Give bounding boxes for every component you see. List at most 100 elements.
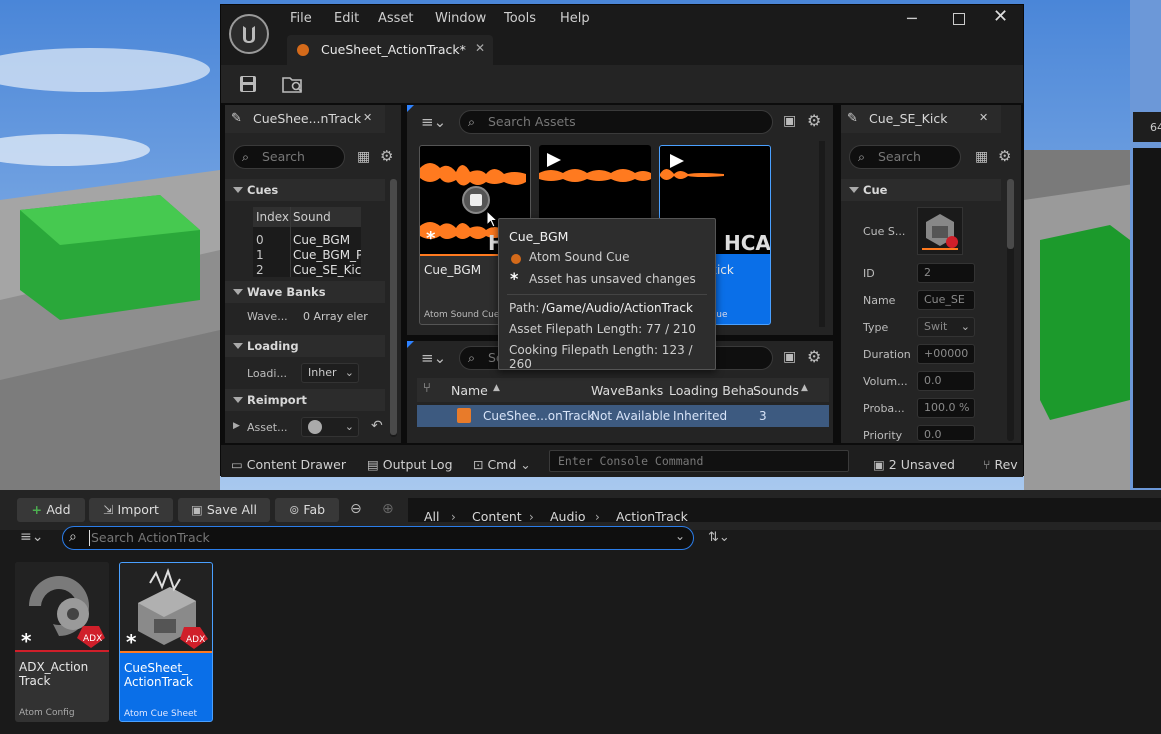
settings-gear-icon[interactable]: ⚙	[380, 147, 393, 165]
sort-options-icon[interactable]: ⇅⌄	[708, 530, 730, 545]
reimport-section-header[interactable]: Reimport	[225, 389, 385, 411]
prop-type-dropdown[interactable]: Swit ⌄	[917, 317, 975, 337]
svg-text:*: *	[126, 630, 137, 651]
search-assets-placeholder: Search Assets	[488, 114, 576, 129]
save-asset-icon[interactable]	[239, 75, 257, 93]
close-window-button[interactable]: ✕	[993, 6, 1008, 27]
svg-text:*: *	[21, 629, 32, 650]
search-assets-input[interactable]: ⌕ Search Assets	[459, 110, 773, 134]
wave-banks-section-header[interactable]: Wave Banks	[225, 281, 385, 303]
breadcrumb-chevron-icon[interactable]: ›	[451, 510, 456, 524]
filter-icon[interactable]: ≡⌄	[421, 349, 446, 367]
expand-arrow-icon[interactable]: ▶	[233, 421, 240, 431]
prop-volume-field[interactable]: 0.0	[917, 371, 975, 391]
wave-banks-value[interactable]: 0 Array eler	[303, 310, 383, 323]
console-command-input[interactable]: Enter Console Command	[549, 450, 849, 472]
prop-probability-field[interactable]: 100.0 %	[917, 398, 975, 418]
menu-asset[interactable]: Asset	[378, 11, 414, 26]
grid-scrollbar[interactable]	[819, 141, 825, 327]
menu-edit[interactable]: Edit	[334, 11, 359, 26]
settings-gear-icon[interactable]: ⚙	[807, 111, 821, 130]
menu-file[interactable]: File	[290, 11, 312, 26]
left-scrollbar[interactable]	[390, 179, 397, 437]
cue-section-header[interactable]: Cue	[841, 179, 1001, 201]
cue-row-index[interactable]: 1	[256, 248, 264, 262]
content-drawer-button[interactable]: ▭ Content Drawer	[231, 453, 349, 477]
status-bar: ▭ Content Drawer ▤ Output Log ⊡ Cmd ⌄ En…	[221, 445, 1023, 477]
right-scrollbar[interactable]	[1007, 179, 1014, 441]
unreal-logo-icon[interactable]	[229, 14, 269, 54]
terminal-icon: ⊡	[473, 457, 488, 472]
breadcrumb-chevron-icon[interactable]: ›	[529, 510, 534, 524]
settings-gear-icon[interactable]: ⚙	[998, 147, 1011, 165]
right-panel-tab[interactable]: ✎ Cue_SE_Kick ✕	[841, 105, 1001, 133]
menu-tools[interactable]: Tools	[504, 11, 536, 26]
folder-icon[interactable]: ▣	[783, 113, 796, 129]
close-left-tab-icon[interactable]: ✕	[363, 111, 372, 124]
close-right-tab-icon[interactable]: ✕	[979, 111, 988, 124]
filter-icon[interactable]: ≡⌄	[20, 529, 43, 545]
undo-reset-icon[interactable]: ↶	[371, 418, 383, 434]
menu-window[interactable]: Window	[435, 11, 486, 26]
menu-help[interactable]: Help	[560, 11, 590, 26]
output-log-button[interactable]: ▤ Output Log	[367, 453, 453, 477]
cue-row-index[interactable]: 2	[256, 263, 264, 277]
left-panel-tab[interactable]: ✎ CueShee...nTrack ✕	[225, 105, 385, 133]
col-loading-header[interactable]: Loading Beha	[669, 383, 754, 398]
list-row[interactable]: CueShee...onTrack Not Available Inherite…	[417, 405, 829, 427]
breadcrumb-all[interactable]: All	[424, 509, 440, 524]
history-forward-icon[interactable]: ⊕	[382, 501, 394, 517]
prop-name-field[interactable]: Cue_SE	[917, 290, 975, 310]
search-actiontrack-input[interactable]: ⌕ Search ActionTrack ⌄	[62, 526, 694, 550]
folder-icon[interactable]: ▣	[783, 349, 796, 365]
import-button[interactable]: ⇲ Import	[89, 498, 173, 522]
minimize-button[interactable]: ─	[907, 9, 917, 28]
cue-sheet-file-icon	[457, 408, 471, 423]
col-sounds-header[interactable]: Sounds	[753, 383, 799, 398]
breadcrumb-content[interactable]: Content	[472, 509, 522, 524]
revision-control-button[interactable]: ⑂ Rev	[983, 453, 1023, 477]
asset-tile-cuesheet-actiontrack[interactable]: ADX * CueSheet_ ActionTrack Atom Cue She…	[119, 562, 213, 722]
table-view-icon[interactable]: ▦	[357, 149, 370, 165]
cmd-dropdown[interactable]: ⊡ Cmd ⌄	[473, 453, 539, 477]
asset-picker-dropdown[interactable]: ⌄	[301, 417, 359, 437]
prop-id-field[interactable]: 2	[917, 263, 975, 283]
col-index-header[interactable]: Index	[256, 210, 289, 224]
prop-priority-field[interactable]: 0.0	[917, 425, 975, 441]
document-tab[interactable]: CueSheet_ActionTrack* ✕	[287, 35, 493, 65]
right-search-input[interactable]: ⌕ Search	[849, 145, 961, 169]
cue-row-sound[interactable]: Cue_BGM	[293, 233, 361, 247]
loading-section-header[interactable]: Loading	[225, 335, 385, 357]
cue-row-sound[interactable]: Cue_BGM_P	[293, 248, 361, 262]
hierarchy-icon[interactable]: ⑂	[423, 381, 431, 396]
cmd-label: Cmd	[487, 457, 517, 472]
unsaved-assets-button[interactable]: ▣ 2 Unsaved	[873, 453, 957, 477]
maximize-button[interactable]	[953, 13, 965, 25]
col-wavebanks-header[interactable]: WaveBanks	[591, 383, 663, 398]
add-button[interactable]: + Add	[17, 498, 85, 522]
fab-button[interactable]: ⊚ Fab	[275, 498, 339, 522]
cue-sound-thumbnail[interactable]	[917, 207, 963, 255]
cue-row-sound[interactable]: Cue_SE_Kick	[293, 263, 361, 277]
chevron-down-icon[interactable]: ⌄	[675, 529, 685, 543]
adx-badge: ADX	[186, 635, 205, 645]
prop-duration-field[interactable]: +00000	[917, 344, 975, 364]
breadcrumb-chevron-icon[interactable]: ›	[595, 510, 600, 524]
close-tab-icon[interactable]: ✕	[475, 41, 485, 55]
col-name-header[interactable]: Name	[451, 383, 488, 398]
cue-row-index[interactable]: 0	[256, 233, 264, 247]
save-all-button[interactable]: ▣ Save All	[178, 498, 270, 522]
browse-to-asset-icon[interactable]	[282, 74, 304, 94]
history-back-icon[interactable]: ⊖	[350, 501, 362, 517]
cue-tile-name: Cue_BGM	[424, 263, 482, 277]
breadcrumb-audio[interactable]: Audio	[550, 509, 586, 524]
breadcrumb-actiontrack[interactable]: ActionTrack	[616, 509, 688, 524]
table-view-icon[interactable]: ▦	[975, 149, 988, 165]
left-search-input[interactable]: ⌕ Search	[233, 145, 345, 169]
filter-icon[interactable]: ≡⌄	[421, 113, 446, 131]
settings-gear-icon[interactable]: ⚙	[807, 347, 821, 366]
asset-tile-adx-action-track[interactable]: ADX * ADX_Action Track Atom Config	[15, 562, 109, 722]
cues-section-header[interactable]: Cues	[225, 179, 385, 201]
loading-behavior-dropdown[interactable]: Inher ⌄	[301, 363, 359, 383]
col-sound-header[interactable]: Sound	[293, 210, 331, 224]
